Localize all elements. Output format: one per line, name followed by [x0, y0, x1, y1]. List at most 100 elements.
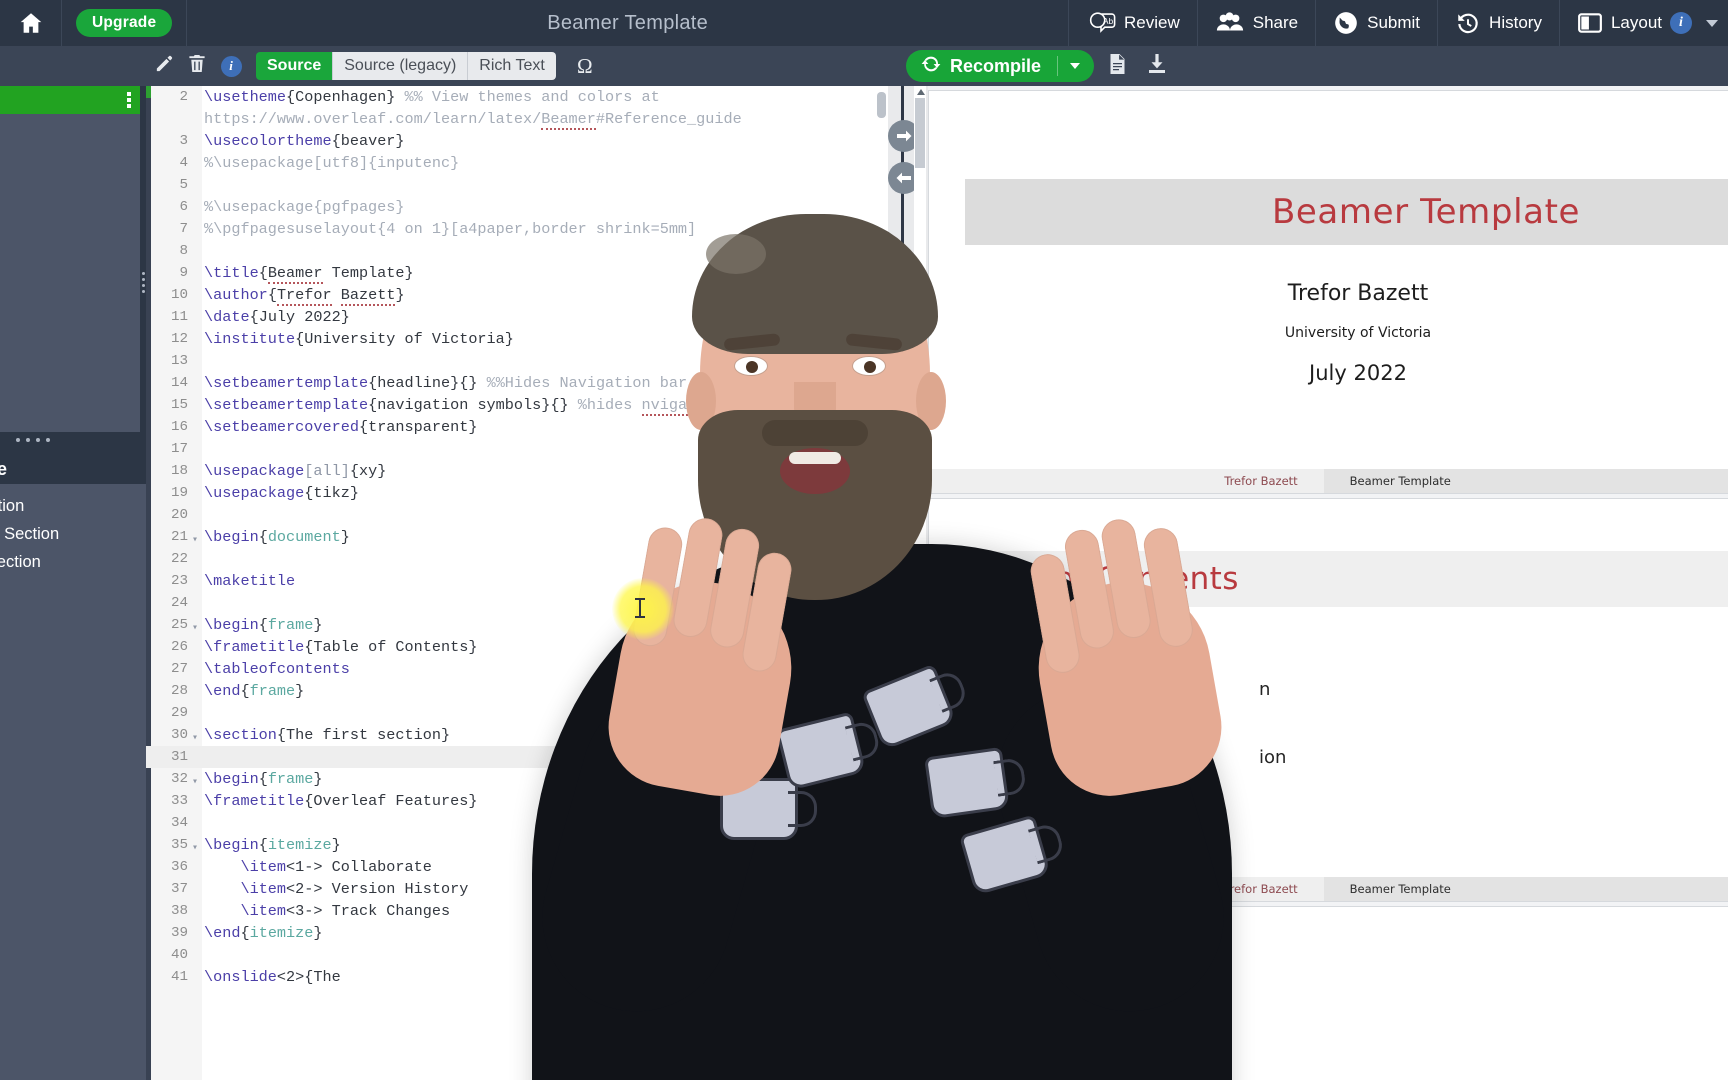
- code-text: \onslide<2>{The: [204, 968, 341, 986]
- upgrade-button[interactable]: Upgrade: [76, 9, 173, 37]
- editor-scrollbar[interactable]: [874, 86, 888, 1080]
- recompile-label: Recompile: [950, 55, 1042, 76]
- code-line[interactable]: 33 \frametitle{Overleaf Features}: [146, 790, 888, 812]
- review-button[interactable]: Ab Review: [1068, 0, 1197, 46]
- review-label: Review: [1124, 13, 1180, 32]
- home-icon: [18, 10, 44, 36]
- code-line[interactable]: 32 ▾ \begin{frame}: [146, 768, 888, 790]
- recompile-control[interactable]: Recompile: [906, 50, 1095, 82]
- sidebar-vertical-resize-handle[interactable]: [142, 272, 145, 293]
- pdf-scrollbar-track[interactable]: [914, 86, 926, 1080]
- toc-entry-0[interactable]: n: [1259, 679, 1270, 700]
- scroll-up-arrow-icon[interactable]: [917, 89, 925, 95]
- code-line[interactable]: 21 ▾ \begin{document}: [146, 526, 888, 548]
- code-line[interactable]: 31: [146, 746, 888, 768]
- compile-log-button[interactable]: [1100, 46, 1134, 86]
- delete-file-button[interactable]: [180, 46, 214, 86]
- editor-pdf-splitter[interactable]: ‹: [888, 86, 928, 1080]
- code-line[interactable]: 26 \frametitle{Table of Contents}: [146, 636, 888, 658]
- recompile-button[interactable]: Recompile: [906, 54, 1057, 79]
- code-lines-container[interactable]: 2 \usetheme{Copenhagen} %% View themes an…: [146, 86, 888, 1080]
- code-line[interactable]: 25 ▾ \begin{frame}: [146, 614, 888, 636]
- editor-scrollbar-thumb[interactable]: [877, 92, 886, 118]
- pdf-slide-1: Beamer Template Trefor Bazett University…: [928, 90, 1728, 494]
- code-line[interactable]: 41 \onslide<2>{The: [146, 966, 888, 988]
- code-line[interactable]: 37 \item<2-> Version History: [146, 878, 888, 900]
- code-line[interactable]: 40: [146, 944, 888, 966]
- code-line[interactable]: 24: [146, 592, 888, 614]
- tab-source[interactable]: Source: [256, 52, 334, 80]
- code-line[interactable]: 3 \usecolortheme{beaver}: [146, 130, 888, 152]
- code-line[interactable]: 30 ▾ \section{The first section}: [146, 724, 888, 746]
- submit-button[interactable]: Submit: [1315, 0, 1437, 46]
- line-number: 31: [170, 749, 188, 765]
- code-line[interactable]: 7 %\pgfpagesuselayout{4 on 1}[a4paper,bor…: [146, 218, 888, 240]
- code-line[interactable]: 4 %\usepackage[utf8]{inputenc}: [146, 152, 888, 174]
- editor-info-button[interactable]: i: [214, 46, 248, 86]
- editor-mode-switcher[interactable]: Source Source (legacy) Rich Text: [256, 52, 556, 80]
- code-line[interactable]: https://www.overleaf.com/learn/latex/Bea…: [146, 108, 888, 130]
- code-line[interactable]: 39 \end{itemize}: [146, 922, 888, 944]
- top-actions: Ab Review Share Submit History Layout i: [1068, 0, 1728, 46]
- pencil-icon: [154, 54, 173, 78]
- outline-item-2[interactable]: d Section: [0, 548, 146, 576]
- code-line[interactable]: 34: [146, 812, 888, 834]
- pdf-preview-pane[interactable]: Beamer Template Trefor Bazett University…: [928, 86, 1728, 1080]
- code-line[interactable]: 6 %\usepackage{pgfpages}: [146, 196, 888, 218]
- code-line[interactable]: 23 \maketitle: [146, 570, 888, 592]
- tab-rich-text[interactable]: Rich Text: [468, 52, 556, 80]
- code-line[interactable]: 9 \title{Beamer Template}: [146, 262, 888, 284]
- code-line[interactable]: 14 \setbeamertemplate{headline}{} %%Hides…: [146, 372, 888, 394]
- recompile-options-button[interactable]: [1058, 63, 1094, 69]
- code-text: \begin{itemize}: [204, 836, 341, 854]
- code-line[interactable]: 20: [146, 504, 888, 526]
- code-line[interactable]: 13: [146, 350, 888, 372]
- collapse-panel-tab[interactable]: ‹: [888, 556, 897, 612]
- code-line[interactable]: 22: [146, 548, 888, 570]
- code-line[interactable]: 12 \institute{University of Victoria}: [146, 328, 888, 350]
- outline-section-header[interactable]: ne: [0, 450, 146, 488]
- history-button[interactable]: History: [1437, 0, 1559, 46]
- line-number: 39: [170, 925, 188, 941]
- code-line[interactable]: 10 \author{Trefor Bazett}: [146, 284, 888, 306]
- rename-file-button[interactable]: [146, 46, 180, 86]
- code-line[interactable]: 8: [146, 240, 888, 262]
- code-line[interactable]: 18 \usepackage[all]{xy}: [146, 460, 888, 482]
- home-button[interactable]: [0, 0, 62, 46]
- code-line[interactable]: 35 ▾ \begin{itemize}: [146, 834, 888, 856]
- file-tree-item-main-tex[interactable]: ex: [0, 86, 140, 114]
- code-line[interactable]: 15 \setbeamertemplate{navigation symbols}…: [146, 394, 888, 416]
- sidebar-horizontal-resize-handle[interactable]: [16, 438, 50, 442]
- line-number: 27: [170, 661, 188, 677]
- upgrade-button-wrapper[interactable]: Upgrade: [62, 0, 188, 46]
- download-pdf-button[interactable]: [1140, 46, 1174, 86]
- chevron-down-icon[interactable]: [1706, 19, 1718, 27]
- code-text: \date{July 2022}: [204, 308, 350, 326]
- share-button[interactable]: Share: [1196, 0, 1315, 46]
- code-line[interactable]: 2 \usetheme{Copenhagen} %% View themes an…: [146, 86, 888, 108]
- outline-title-label: ne: [0, 458, 8, 479]
- latex-source-editor[interactable]: 2 \usetheme{Copenhagen} %% View themes an…: [146, 86, 888, 1080]
- code-line[interactable]: 17: [146, 438, 888, 460]
- slide-frame-title: able of Contents: [977, 561, 1239, 597]
- code-line[interactable]: 36 \item<1-> Collaborate: [146, 856, 888, 878]
- code-line[interactable]: 16 \setbeamercovered{transparent}: [146, 416, 888, 438]
- layout-button[interactable]: Layout i: [1558, 0, 1728, 46]
- code-line[interactable]: 19 \usepackage{tikz}: [146, 482, 888, 504]
- line-number: 34: [170, 815, 188, 831]
- code-line[interactable]: 29: [146, 702, 888, 724]
- layout-info-icon[interactable]: i: [1670, 12, 1692, 34]
- tab-source-legacy[interactable]: Source (legacy): [333, 52, 469, 80]
- outline-item-1[interactable]: ond Section: [0, 520, 146, 548]
- code-line[interactable]: 5: [146, 174, 888, 196]
- code-line[interactable]: 38 \item<3-> Track Changes: [146, 900, 888, 922]
- toc-entry-1[interactable]: ion: [1259, 747, 1286, 768]
- pdf-scrollbar-thumb[interactable]: [915, 98, 925, 168]
- code-line[interactable]: 11 \date{July 2022}: [146, 306, 888, 328]
- code-text: %\usepackage{pgfpages}: [204, 198, 405, 216]
- code-line[interactable]: 27 \tableofcontents: [146, 658, 888, 680]
- outline-item-0[interactable]: section: [0, 492, 146, 520]
- kebab-menu-icon[interactable]: [127, 92, 131, 108]
- symbol-palette-button[interactable]: Ω: [570, 54, 600, 79]
- code-line[interactable]: 28 \end{frame}: [146, 680, 888, 702]
